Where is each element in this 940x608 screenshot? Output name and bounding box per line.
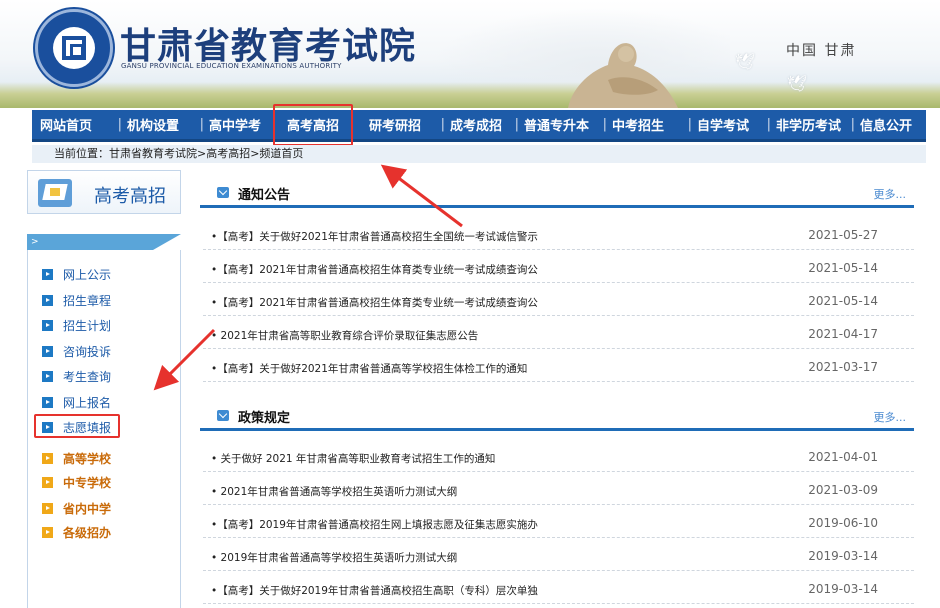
more-link[interactable]: 更多...: [874, 409, 907, 425]
sidebar-item-online-registration[interactable]: 网上报名: [42, 394, 111, 411]
bullet-icon: [42, 346, 53, 357]
list-item[interactable]: •【高考】2019年甘肃省普通高校招生网上填报志愿及征集志愿实施办 2019-06…: [203, 508, 914, 538]
sidebar-header: 高考高招: [27, 170, 181, 214]
site-subtitle: GANSU PROVINCIAL EDUCATION EXAMINATIONS …: [121, 62, 342, 70]
sidebar-item-consult-complaint[interactable]: 咨询投诉: [42, 343, 111, 360]
section-title: 通知公告: [238, 188, 291, 203]
nav-home[interactable]: 网站首页: [32, 110, 122, 139]
list-item[interactable]: • 关于做好 2021 年甘肃省高等职业教育考试招生工作的通知 2021-04-0…: [203, 442, 914, 472]
nav-high-school-exam[interactable]: 高中学考: [201, 110, 279, 139]
dove-icon: 🕊: [735, 52, 756, 71]
sidebar-item-candidate-query[interactable]: 考生查询: [42, 368, 111, 385]
sidebar-link-provincial-high-schools[interactable]: 省内中学: [42, 500, 111, 517]
nav-adult-exam[interactable]: 成考成招: [442, 110, 519, 139]
sidebar-item-admission-plan[interactable]: 招生计划: [42, 317, 111, 334]
region-label: 中国 甘肃: [786, 43, 857, 59]
section-header-notices: 通知公告 更多...: [200, 178, 914, 208]
section-header-policy: 政策规定 更多...: [200, 401, 914, 431]
sidebar-item-admission-rules[interactable]: 招生章程: [42, 292, 111, 309]
section-title: 政策规定: [238, 411, 291, 426]
list-item[interactable]: • 2019年甘肃省普通高等学校招生英语听力测试大纲 2019-03-14: [203, 541, 914, 571]
list-item[interactable]: • 2021年甘肃省普通高等学校招生英语听力测试大纲 2021-03-09: [203, 475, 914, 505]
nav-non-degree[interactable]: 非学历考试: [768, 110, 855, 139]
nav-postgrad[interactable]: 研考研招: [361, 110, 445, 139]
bullet-icon: [42, 397, 53, 408]
nav-organization[interactable]: 机构设置: [119, 110, 204, 139]
nav-zhongkao[interactable]: 中考招生: [604, 110, 692, 139]
list-item[interactable]: • 2021年甘肃省高等职业教育综合评价录取征集志愿公告 2021-04-17: [203, 319, 914, 349]
more-link[interactable]: 更多...: [874, 186, 907, 202]
list-item[interactable]: •【高考】关于做好2019年甘肃省普通高校招生高职（专科）层次单独 2019-03…: [203, 574, 914, 604]
site-header: 甘肃省教育考试院 GANSU PROVINCIAL EDUCATION EXAM…: [0, 0, 940, 108]
bullet-icon: [42, 453, 53, 464]
breadcrumb: 当前位置：甘肃省教育考试院>高考高招>频道首页: [32, 145, 926, 163]
highlight-box-nav: [273, 104, 353, 146]
bullet-icon: [42, 503, 53, 514]
nav-upgrade[interactable]: 普通专升本: [516, 110, 607, 139]
dove-icon: 🕊: [787, 74, 808, 93]
bullet-icon: [42, 269, 53, 280]
checkbox-icon: [217, 410, 229, 421]
highlight-box-volunteer: [34, 414, 120, 438]
list-item[interactable]: •【高考】关于做好2021年甘肃省普通高等学校招生体检工作的通知 2021-03-…: [203, 352, 914, 382]
bullet-icon: [42, 527, 53, 538]
bullet-icon: [42, 477, 53, 488]
checkbox-icon: [217, 187, 229, 198]
sidebar-item-online-notice[interactable]: 网上公示: [42, 266, 111, 283]
mother-child-statue-icon: [568, 43, 678, 108]
folder-icon: [38, 179, 72, 207]
list-item[interactable]: •【高考】2021年甘肃省普通高校招生体育类专业统一考试成绩查询公 2021-05…: [203, 286, 914, 316]
sidebar-bar: >: [27, 234, 181, 250]
list-item[interactable]: •【高考】2021年甘肃省普通高校招生体育类专业统一考试成绩查询公 2021-05…: [203, 253, 914, 283]
main-nav: 网站首页 机构设置 高中学考 高考高招 研考研招 成考成招 普通专升本 中考招生…: [32, 110, 926, 142]
bullet-icon: [42, 371, 53, 382]
nav-self-study[interactable]: 自学考试: [689, 110, 771, 139]
list-item[interactable]: •【高考】关于做好2021年甘肃省普通高校招生全国统一考试诚信警示 2021-05…: [203, 220, 914, 250]
logo-seal-icon[interactable]: [35, 9, 113, 87]
sidebar-link-universities[interactable]: 高等学校: [42, 450, 111, 467]
bullet-icon: [42, 295, 53, 306]
sidebar-title: 高考高招: [94, 186, 166, 207]
sidebar-link-secondary-schools[interactable]: 中专学校: [42, 474, 111, 491]
bullet-icon: [42, 320, 53, 331]
sidebar-link-admission-offices[interactable]: 各级招办: [42, 524, 111, 541]
nav-info-disclosure[interactable]: 信息公开: [852, 110, 922, 139]
